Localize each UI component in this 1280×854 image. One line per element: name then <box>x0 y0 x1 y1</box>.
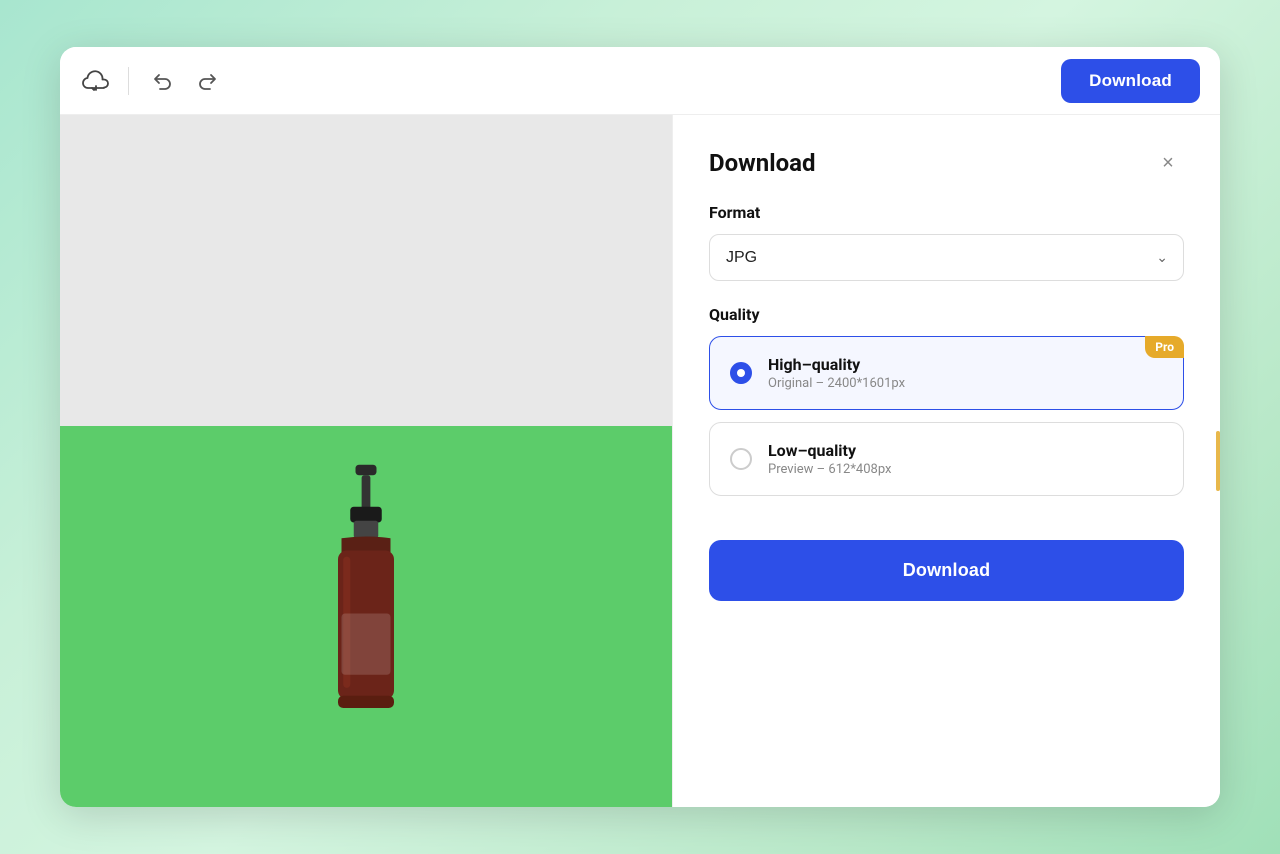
panel-download-button[interactable]: Download <box>709 540 1184 601</box>
quality-label: Quality <box>709 305 1184 324</box>
redo-button[interactable] <box>191 64 225 98</box>
panel-title: Download <box>709 149 815 177</box>
high-quality-radio <box>730 362 752 384</box>
canvas-area <box>60 115 672 807</box>
bottle-illustration <box>296 456 436 736</box>
high-quality-name: High–quality <box>768 355 1163 374</box>
quality-section: Quality High–quality Original – 2400*160… <box>709 305 1184 508</box>
close-button[interactable]: × <box>1152 147 1184 179</box>
app-window: Download <box>60 47 1220 807</box>
radio-dot <box>737 369 745 377</box>
low-quality-desc: Preview – 612*408px <box>768 462 1163 477</box>
low-quality-name: Low–quality <box>768 441 1163 460</box>
toolbar-divider <box>128 67 129 95</box>
canvas-bottom-area <box>60 426 672 807</box>
undo-button[interactable] <box>145 64 179 98</box>
format-select[interactable]: JPG PNG SVG PDF <box>709 234 1184 281</box>
high-quality-desc: Original – 2400*1601px <box>768 376 1163 391</box>
cloud-icon[interactable] <box>80 65 112 97</box>
pro-badge: Pro <box>1145 336 1184 358</box>
high-quality-option[interactable]: High–quality Original – 2400*1601px Pro <box>709 336 1184 410</box>
canvas-top-area <box>60 115 672 426</box>
download-panel: Download × Format JPG PNG SVG PDF ⌄ <box>672 115 1220 807</box>
main-content: Download × Format JPG PNG SVG PDF ⌄ <box>60 115 1220 807</box>
format-section: Format JPG PNG SVG PDF ⌄ <box>709 203 1184 281</box>
low-quality-option[interactable]: Low–quality Preview – 612*408px <box>709 422 1184 496</box>
scroll-indicator <box>1216 431 1220 491</box>
toolbar: Download <box>60 47 1220 115</box>
low-quality-radio <box>730 448 752 470</box>
toolbar-download-button[interactable]: Download <box>1061 59 1200 103</box>
panel-header: Download × <box>709 147 1184 179</box>
format-label: Format <box>709 203 1184 222</box>
high-quality-text: High–quality Original – 2400*1601px <box>768 355 1163 391</box>
low-quality-text: Low–quality Preview – 612*408px <box>768 441 1163 477</box>
format-select-wrapper: JPG PNG SVG PDF ⌄ <box>709 234 1184 281</box>
